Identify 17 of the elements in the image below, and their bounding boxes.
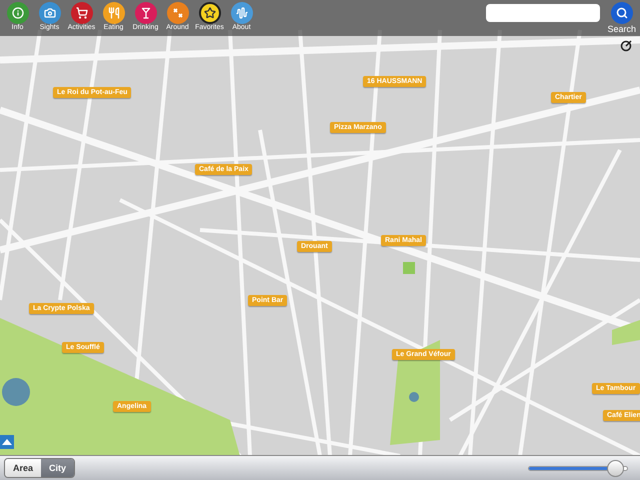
slider-thumb[interactable]: [606, 460, 624, 476]
star-icon: [204, 7, 216, 19]
fork-knife-icon: [108, 7, 120, 19]
search-field[interactable]: [486, 4, 600, 22]
view-toggle-button[interactable]: City: [41, 459, 74, 477]
expand-button[interactable]: [0, 435, 14, 449]
zoom-slider[interactable]: [528, 460, 628, 476]
cocktail-glass-icon: [140, 7, 152, 19]
compass-icon[interactable]: [620, 40, 632, 52]
cross-marks-icon: [172, 7, 184, 19]
camera-icon: [44, 7, 56, 19]
search-icon: [616, 7, 628, 19]
view-toggle-button[interactable]: Area: [5, 459, 42, 477]
info-icon: [12, 7, 24, 19]
wave-icon: [236, 7, 248, 19]
triangle-icon: [2, 439, 12, 445]
cart-icon: [76, 7, 88, 19]
